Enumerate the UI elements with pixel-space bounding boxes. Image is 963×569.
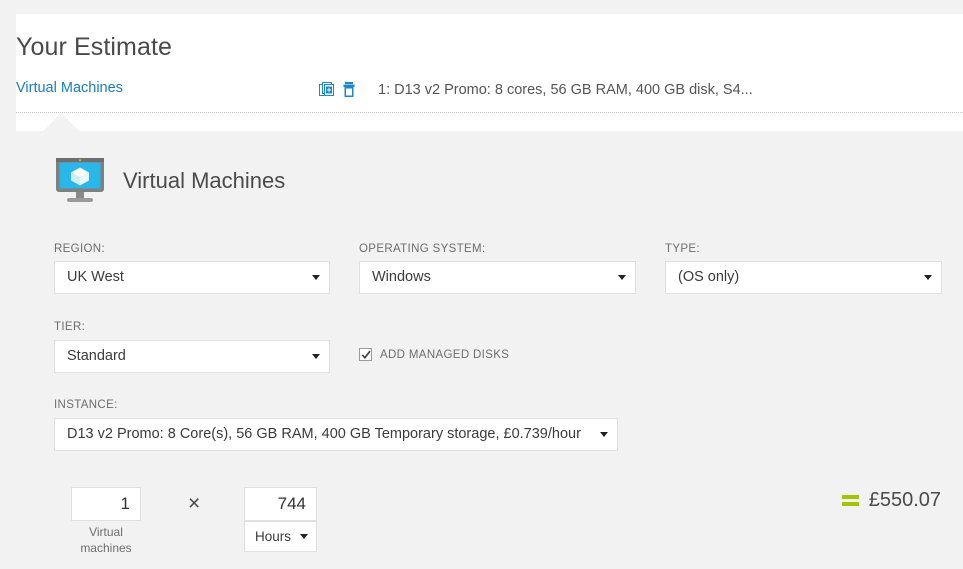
check-icon xyxy=(361,350,371,360)
service-title: Virtual Machines xyxy=(123,168,286,193)
add-managed-disks-row[interactable]: ADD MANAGED DISKS xyxy=(359,348,509,361)
hours-value: 744 xyxy=(277,494,306,513)
type-label: TYPE: xyxy=(665,243,700,255)
estimate-tabstrip: Virtual Machines 1: D13 v2 Promo: 8 core… xyxy=(16,80,963,114)
equals-icon xyxy=(841,495,859,506)
chevron-down-icon xyxy=(312,354,320,359)
tab-summary-text: 1: D13 v2 Promo: 8 cores, 56 GB RAM, 400… xyxy=(378,82,753,98)
type-select[interactable]: (OS only) xyxy=(665,261,942,294)
region-value: UK West xyxy=(67,269,124,285)
hours-unit-value: Hours xyxy=(255,529,292,544)
operating-system-value: Windows xyxy=(372,269,431,285)
hours-unit-select[interactable]: Hours xyxy=(244,521,317,552)
quantity-value: 1 xyxy=(120,494,130,513)
region-select[interactable]: UK West xyxy=(54,261,330,294)
type-value: (OS only) xyxy=(678,269,740,285)
quantity-input[interactable]: 1 xyxy=(71,487,141,521)
service-detail-panel: Virtual Machines REGION: UK West OPERATI… xyxy=(16,113,963,569)
tier-label: TIER: xyxy=(54,321,86,333)
tab-actions xyxy=(319,81,358,99)
tier-value: Standard xyxy=(67,348,126,364)
chevron-down-icon xyxy=(600,432,608,437)
page-title: Your Estimate xyxy=(16,33,173,61)
hours-input[interactable]: 744 xyxy=(244,487,317,521)
instance-label: INSTANCE: xyxy=(54,399,118,411)
copy-add-icon[interactable] xyxy=(319,81,335,99)
total-row: £550.07 xyxy=(841,489,941,512)
chevron-down-icon xyxy=(618,275,626,280)
region-label: REGION: xyxy=(54,243,106,255)
add-managed-disks-checkbox[interactable] xyxy=(359,348,372,361)
trash-icon[interactable] xyxy=(342,81,358,99)
instance-value: D13 v2 Promo: 8 Core(s), 56 GB RAM, 400 … xyxy=(67,426,581,442)
chevron-down-icon xyxy=(312,275,320,280)
operating-system-select[interactable]: Windows xyxy=(359,261,636,294)
service-header: Virtual Machines xyxy=(54,157,285,205)
chevron-down-icon xyxy=(300,534,308,539)
multiply-symbol: × xyxy=(188,492,201,515)
quantity-caption: Virtual machines xyxy=(80,525,132,555)
instance-select[interactable]: D13 v2 Promo: 8 Core(s), 56 GB RAM, 400 … xyxy=(54,418,618,451)
add-managed-disks-label: ADD MANAGED DISKS xyxy=(380,348,510,361)
tab-virtual-machines[interactable]: Virtual Machines xyxy=(16,80,123,96)
virtual-machine-monitor-icon xyxy=(54,157,106,205)
operating-system-label: OPERATING SYSTEM: xyxy=(359,243,486,255)
app-page: Your Estimate Virtual Machines 1: D13 v2… xyxy=(0,0,963,569)
panel-pointer-arrow xyxy=(43,113,79,131)
total-price: £550.07 xyxy=(868,489,941,511)
chevron-down-icon xyxy=(924,275,932,280)
tab-underline-divider xyxy=(16,112,963,114)
tier-select[interactable]: Standard xyxy=(54,340,330,373)
